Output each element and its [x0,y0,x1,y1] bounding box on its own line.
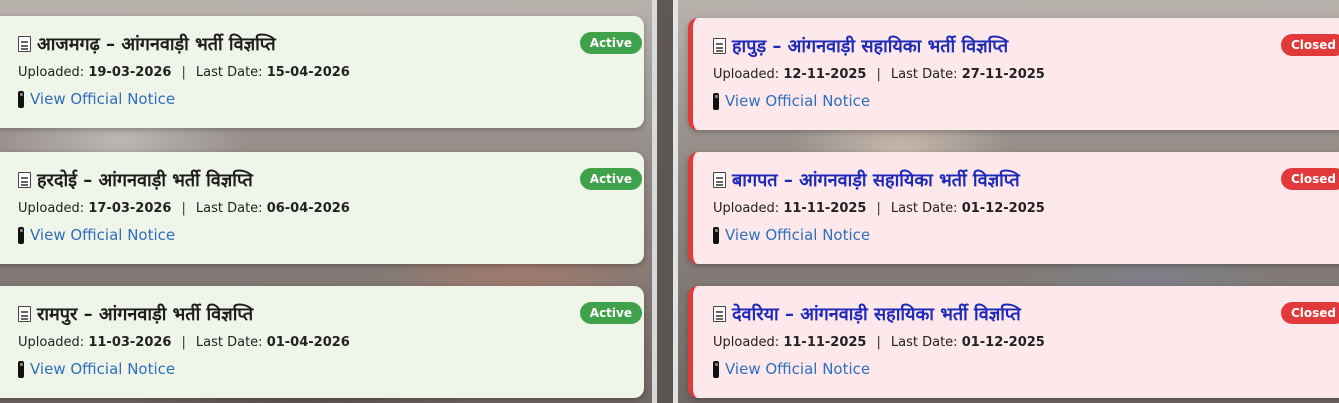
notice-meta: Uploaded: 11-11-2025 | Last Date: 01-12-20… [713,335,1045,350]
status-badge: Active [579,168,642,190]
view-notice-link[interactable]: View Official Notice [18,360,175,378]
notice-card: बागपत – आंगनवाड़ी सहायिका भर्ती विज्ञप्त… [688,152,1339,264]
last-date: 06-04-2026 [266,201,350,216]
status-badge: Active [579,302,642,324]
status-badge: Closed [1280,168,1339,190]
document-icon [713,38,726,54]
uploaded-date: 17-03-2026 [88,201,172,216]
notice-card: रामपुर – आंगनवाड़ी भर्ती विज्ञप्ति Uploa… [0,286,644,398]
view-notice-link[interactable]: View Official Notice [18,90,175,108]
notice-meta: Uploaded: 19-03-2026 | Last Date: 15-04-20… [18,65,350,80]
status-badge: Closed [1280,34,1339,56]
status-badge: Closed [1280,302,1339,324]
document-icon [713,172,726,188]
notice-meta: Uploaded: 12-11-2025 | Last Date: 27-11-20… [713,67,1045,82]
notice-meta: Uploaded: 11-03-2026 | Last Date: 01-04-20… [18,335,350,350]
notice-card: हरदोई – आंगनवाड़ी भर्ती विज्ञप्ति Upload… [0,152,644,264]
document-icon [18,36,31,52]
view-notice-link[interactable]: View Official Notice [18,226,175,244]
uploaded-date: 19-03-2026 [88,65,172,80]
uploaded-date: 11-11-2025 [783,201,867,216]
last-date: 15-04-2026 [266,65,350,80]
mobile-phone-icon [18,90,24,108]
column-divider [652,0,678,403]
last-date: 01-12-2025 [961,335,1045,350]
notice-title[interactable]: आजमगढ़ – आंगनवाड़ी भर्ती विज्ञप्ति [18,32,276,56]
uploaded-date: 12-11-2025 [783,67,867,82]
notice-title[interactable]: रामपुर – आंगनवाड़ी भर्ती विज्ञप्ति [18,302,253,326]
notice-title[interactable]: हापुड़ – आंगनवाड़ी सहायिका भर्ती विज्ञप्… [713,34,1008,58]
mobile-phone-icon [713,226,719,244]
notice-card: देवरिया – आंगनवाड़ी सहायिका भर्ती विज्ञप… [688,286,1339,398]
notice-meta: Uploaded: 11-11-2025 | Last Date: 01-12-20… [713,201,1045,216]
view-notice-link[interactable]: View Official Notice [713,92,870,110]
uploaded-date: 11-03-2026 [88,335,172,350]
mobile-phone-icon [713,92,719,110]
notice-title[interactable]: हरदोई – आंगनवाड़ी भर्ती विज्ञप्ति [18,168,253,192]
notice-card: हापुड़ – आंगनवाड़ी सहायिका भर्ती विज्ञप्… [688,18,1339,130]
last-date: 01-04-2026 [266,335,350,350]
last-date: 01-12-2025 [961,201,1045,216]
mobile-phone-icon [18,226,24,244]
view-notice-link[interactable]: View Official Notice [713,360,870,378]
last-date: 27-11-2025 [961,67,1045,82]
notice-title[interactable]: बागपत – आंगनवाड़ी सहायिका भर्ती विज्ञप्त… [713,168,1020,192]
document-icon [18,306,31,322]
document-icon [18,172,31,188]
notice-title[interactable]: देवरिया – आंगनवाड़ी सहायिका भर्ती विज्ञप… [713,302,1021,326]
uploaded-date: 11-11-2025 [783,335,867,350]
notice-card: आजमगढ़ – आंगनवाड़ी भर्ती विज्ञप्ति Uploa… [0,16,644,128]
status-badge: Active [579,32,642,54]
notice-meta: Uploaded: 17-03-2026 | Last Date: 06-04-20… [18,201,350,216]
mobile-phone-icon [713,360,719,378]
mobile-phone-icon [18,360,24,378]
document-icon [713,306,726,322]
view-notice-link[interactable]: View Official Notice [713,226,870,244]
